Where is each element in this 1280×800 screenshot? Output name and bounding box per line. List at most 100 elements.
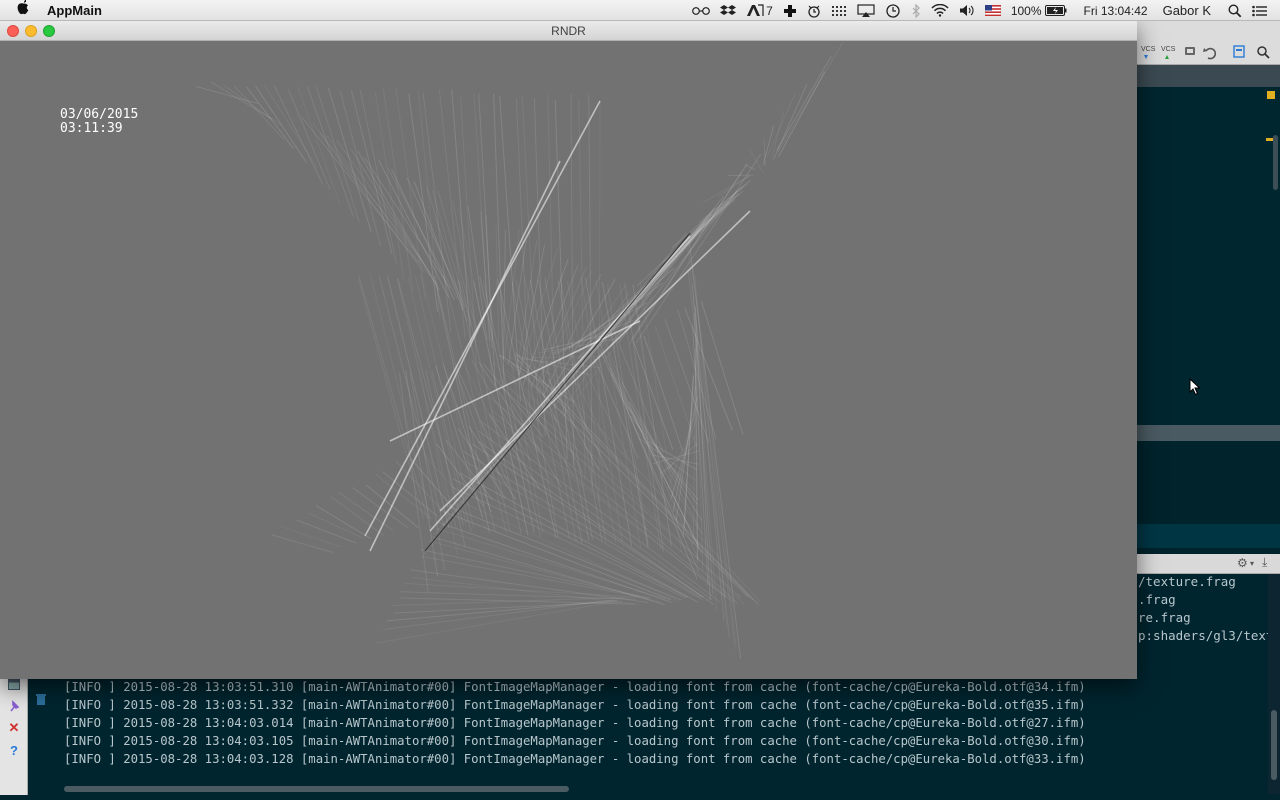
art-stroke bbox=[617, 190, 738, 344]
console-line: [INFO ] 2015-08-28 13:04:03.014 [main-AW… bbox=[64, 716, 1086, 730]
status-area: 7 100% Fri 13:04:42 Gabor K bbox=[687, 0, 1280, 21]
svg-text:VCS: VCS bbox=[1141, 46, 1156, 53]
art-stroke bbox=[350, 90, 393, 255]
console-vscrollbar[interactable] bbox=[1268, 574, 1280, 794]
console-line: [INFO ] 2015-08-28 13:03:51.332 [main-AW… bbox=[64, 698, 1086, 712]
structure-icon[interactable] bbox=[1233, 45, 1245, 58]
mouse-pointer-icon bbox=[1189, 377, 1201, 401]
volume-icon[interactable] bbox=[959, 4, 975, 17]
art-stroke bbox=[287, 89, 331, 190]
wifi-icon[interactable] bbox=[931, 4, 949, 17]
art-stroke bbox=[400, 597, 635, 605]
art-stroke bbox=[422, 92, 452, 333]
app-name-menu[interactable]: AppMain bbox=[47, 3, 102, 18]
console-hscrollbar[interactable] bbox=[56, 784, 1268, 794]
art-stroke bbox=[279, 525, 342, 548]
editor-scroll-thumb[interactable] bbox=[1273, 135, 1278, 190]
user-menu[interactable]: Gabor K bbox=[1163, 3, 1211, 18]
gear-icon[interactable]: ⚙ bbox=[1237, 556, 1248, 570]
plus-cross-icon[interactable] bbox=[783, 4, 797, 18]
art-stroke bbox=[312, 122, 423, 262]
run-panel-header: ⚙ ▾ ⤓ bbox=[1137, 554, 1280, 574]
art-stroke bbox=[233, 85, 285, 140]
alarm-clock-icon[interactable] bbox=[807, 4, 821, 18]
console-line: [INFO ] 2015-08-28 13:04:03.105 [main-AW… bbox=[64, 734, 1086, 748]
close-icon[interactable]: ✕ bbox=[0, 717, 28, 739]
art-stroke bbox=[315, 505, 371, 539]
window-title: RNDR bbox=[551, 24, 586, 38]
path-line: .frag bbox=[1138, 592, 1176, 607]
pin-icon[interactable] bbox=[0, 695, 28, 717]
art-stroke bbox=[432, 536, 665, 605]
art-stroke bbox=[378, 276, 445, 526]
art-stroke bbox=[435, 521, 673, 603]
art-stroke bbox=[319, 132, 425, 274]
menu-bar: AppMain 7 100% Fri 13:04:42 Gabor K bbox=[0, 0, 1280, 21]
hscroll-thumb[interactable] bbox=[64, 786, 569, 792]
zoom-window-button[interactable] bbox=[43, 25, 55, 37]
minimize-window-button[interactable] bbox=[25, 25, 37, 37]
notification-count: 7 bbox=[766, 3, 773, 18]
notification-center-icon[interactable] bbox=[1252, 5, 1268, 17]
notifications-item[interactable]: 7 bbox=[746, 4, 773, 18]
art-stroke bbox=[369, 273, 431, 520]
trash-icon[interactable] bbox=[35, 693, 47, 711]
svg-text:VCS: VCS bbox=[1161, 46, 1176, 53]
generative-art bbox=[195, 41, 844, 659]
art-stroke bbox=[632, 340, 674, 450]
art-stroke bbox=[518, 248, 559, 376]
console-line: [INFO ] 2015-08-28 13:03:51.310 [main-AW… bbox=[64, 680, 1086, 694]
menubar-clock[interactable]: Fri 13:04:42 bbox=[1084, 4, 1148, 18]
spotlight-search-icon[interactable] bbox=[1228, 3, 1242, 18]
console-line: [INFO ] 2015-08-28 13:04:03.128 [main-AW… bbox=[64, 752, 1086, 766]
art-stroke bbox=[630, 163, 748, 341]
art-stroke bbox=[502, 230, 506, 360]
art-stroke bbox=[271, 534, 333, 553]
run-secondary-toolbar bbox=[28, 660, 54, 790]
help-icon[interactable]: ? bbox=[0, 739, 28, 761]
vscroll-thumb[interactable] bbox=[1271, 710, 1277, 780]
battery-icon[interactable] bbox=[1044, 5, 1067, 16]
lower-panel-bar bbox=[1137, 524, 1280, 548]
editor-scrollbar[interactable] bbox=[1271, 87, 1280, 425]
ide-toolbar-icons: VCS VCS bbox=[1141, 45, 1270, 60]
vcs-update-icon[interactable]: VCS bbox=[1141, 46, 1156, 59]
path-line: p:shaders/gl3/textu bbox=[1138, 628, 1278, 643]
bluetooth-icon[interactable] bbox=[911, 3, 921, 18]
art-stroke bbox=[608, 357, 700, 562]
art-stroke bbox=[382, 87, 414, 292]
dotted-grid-icon[interactable] bbox=[831, 4, 847, 18]
chevron-down-icon[interactable]: ▾ bbox=[1250, 559, 1254, 568]
history-icon[interactable] bbox=[1185, 47, 1195, 55]
timestamp-overlay: 03/06/2015 03:11:39 bbox=[60, 108, 138, 136]
art-dark-line bbox=[424, 232, 691, 552]
vcs-commit-icon[interactable]: VCS bbox=[1161, 46, 1176, 59]
art-stroke bbox=[326, 135, 431, 277]
adobe-icon bbox=[747, 4, 764, 16]
art-stroke bbox=[406, 177, 466, 308]
airplay-icon[interactable] bbox=[857, 3, 875, 18]
code-editor[interactable] bbox=[1137, 87, 1280, 425]
art-stroke bbox=[632, 284, 672, 547]
art-stroke bbox=[246, 86, 295, 150]
rndr-titlebar[interactable]: RNDR bbox=[0, 21, 1137, 41]
editor-tabbar bbox=[1137, 65, 1280, 87]
render-time: 03:11:39 bbox=[60, 121, 123, 136]
art-stroke bbox=[376, 602, 609, 644]
search-icon[interactable] bbox=[1257, 46, 1270, 59]
dropbox-icon[interactable] bbox=[720, 4, 737, 18]
glasses-icon[interactable] bbox=[692, 6, 711, 16]
minimize-panel-icon[interactable]: ⤓ bbox=[1262, 555, 1267, 570]
ide-toolbar: VCS VCS bbox=[1137, 21, 1280, 65]
time-machine-icon[interactable] bbox=[885, 3, 901, 19]
art-stroke bbox=[455, 365, 509, 485]
close-window-button[interactable] bbox=[7, 25, 19, 37]
render-canvas[interactable]: 03/06/2015 03:11:39 bbox=[0, 41, 1137, 679]
us-flag-icon[interactable] bbox=[984, 5, 1001, 16]
panel-splitter[interactable] bbox=[1137, 425, 1280, 441]
art-stroke bbox=[776, 55, 832, 151]
art-stroke bbox=[407, 276, 467, 524]
apple-icon[interactable] bbox=[16, 0, 32, 21]
path-line: /texture.frag bbox=[1138, 574, 1236, 589]
undo-icon[interactable] bbox=[1203, 47, 1217, 60]
